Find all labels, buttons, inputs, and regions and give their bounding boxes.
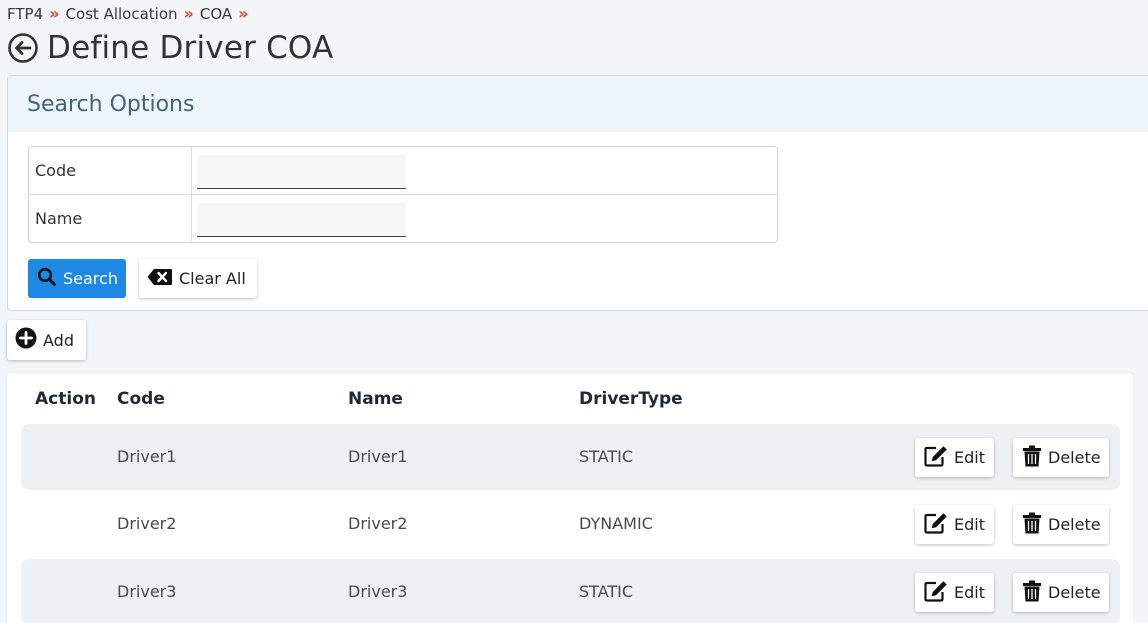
column-header-name[interactable]: Name [348,389,403,409]
edit-button[interactable]: Edit [915,438,994,477]
delete-label: Delete [1048,448,1101,467]
search-button[interactable]: Search [28,259,126,298]
clear-all-label: Clear All [179,269,246,288]
plus-circle-icon [15,327,37,353]
edit-icon [924,580,948,606]
back-arrow-icon[interactable] [7,32,39,64]
search-form: Code Name [28,146,778,243]
trash-icon [1022,512,1042,538]
column-header-drivertype[interactable]: DriverType [579,389,683,409]
table-row: Driver1 Driver1 STATIC Edit Delete [21,424,1120,490]
edit-label: Edit [954,583,985,602]
edit-label: Edit [954,448,985,467]
cell-driver-type: STATIC [579,582,634,601]
name-field-label: Name [29,195,192,243]
delete-button[interactable]: Delete [1013,438,1109,477]
edit-button[interactable]: Edit [915,573,994,612]
page-header: Define Driver COA [7,30,333,66]
breadcrumb-item-ftp4[interactable]: FTP4 [7,5,43,23]
search-row-name: Name [29,195,777,243]
edit-icon [924,512,948,538]
add-button[interactable]: Add [7,320,86,360]
code-field-label: Code [29,147,192,194]
delete-label: Delete [1048,515,1101,534]
column-header-code[interactable]: Code [117,389,165,409]
search-row-code: Code [29,147,777,195]
delete-label: Delete [1048,583,1101,602]
page-title: Define Driver COA [47,30,334,66]
cell-name: Driver2 [348,514,408,533]
delete-button[interactable]: Delete [1013,505,1109,544]
cell-driver-type: DYNAMIC [579,514,653,533]
clear-all-button[interactable]: Clear All [139,259,257,298]
cell-code: Driver1 [117,447,177,466]
breadcrumb-separator: » [183,4,194,23]
search-icon [37,267,57,291]
cell-code: Driver2 [117,514,177,533]
add-button-label: Add [43,330,74,350]
code-input[interactable] [197,155,406,189]
breadcrumb: FTP4 » Cost Allocation » COA » [7,4,249,23]
search-button-label: Search [63,269,118,288]
breadcrumb-item-cost-allocation[interactable]: Cost Allocation [65,5,177,23]
breadcrumb-item-coa[interactable]: COA [200,5,232,23]
trash-icon [1022,580,1042,606]
edit-icon [924,445,948,471]
cell-driver-type: STATIC [579,447,634,466]
breadcrumb-separator: » [49,4,60,23]
driver-table: Action Code Name DriverType Driver1 Driv… [7,373,1133,623]
search-panel: Search Options Code Name Search Clear Al… [7,75,1148,311]
cell-name: Driver3 [348,582,408,601]
edit-label: Edit [954,515,985,534]
backspace-icon [147,268,173,290]
table-row: Driver2 Driver2 DYNAMIC Edit Delete [21,491,1120,557]
edit-button[interactable]: Edit [915,505,994,544]
column-header-action[interactable]: Action [35,389,96,409]
delete-button[interactable]: Delete [1013,573,1109,612]
table-row: Driver3 Driver3 STATIC Edit Delete [21,559,1120,623]
cell-code: Driver3 [117,582,177,601]
trash-icon [1022,445,1042,471]
name-input[interactable] [197,203,406,237]
breadcrumb-separator: » [238,4,249,23]
search-panel-header: Search Options [8,76,1148,132]
cell-name: Driver1 [348,447,408,466]
